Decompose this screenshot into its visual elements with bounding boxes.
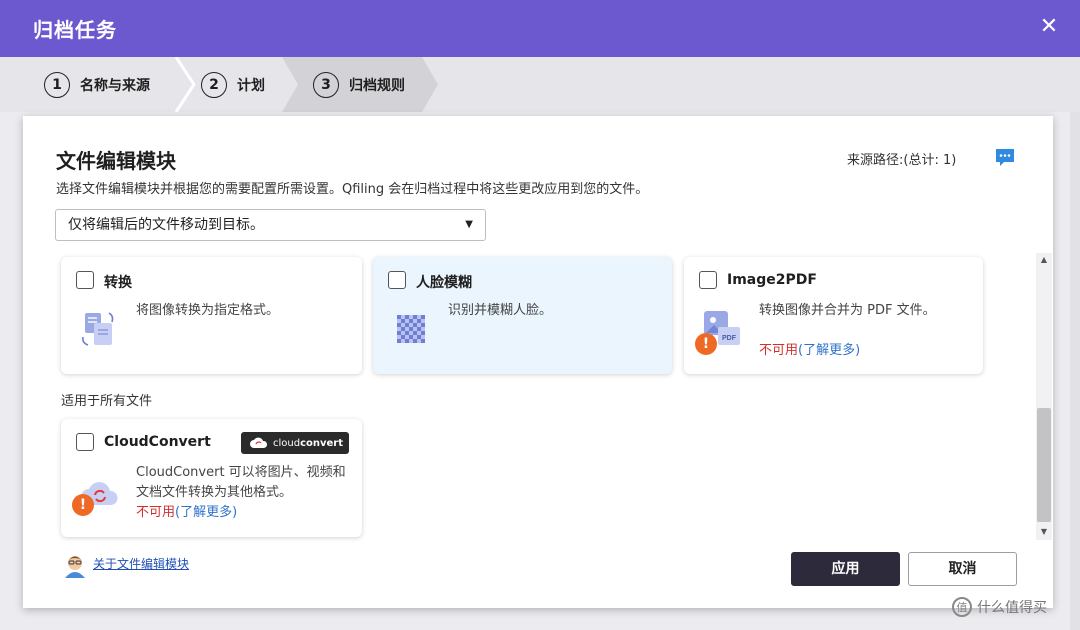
cloudconvert-desc-line1: CloudConvert 可以将图片、视频和: [136, 465, 346, 480]
warning-icon: !: [695, 333, 717, 355]
image2pdf-checkbox[interactable]: [699, 271, 717, 289]
module-description: 将图像转换为指定格式。: [136, 303, 280, 318]
step-label: 计划: [237, 77, 265, 94]
panel-title: 文件编辑模块: [56, 149, 176, 173]
watermark: 值 什么值得买: [952, 597, 1047, 617]
scrollbar-thumb[interactable]: [1037, 408, 1051, 522]
step-label: 归档规则: [349, 77, 405, 94]
watermark-text: 什么值得买: [977, 600, 1047, 616]
cloud-logo-icon: [250, 437, 268, 448]
file-editing-module-panel: 文件编辑模块 选择文件编辑模块并根据您的需要配置所需设置。Qfiling 会在归…: [23, 116, 1053, 608]
module-title: 转换: [104, 275, 132, 291]
module-list-scrollbar[interactable]: ▲ ▼: [1036, 253, 1052, 540]
step-archive-rules[interactable]: 3 归档规则: [313, 57, 405, 112]
watermark-logo: 值: [952, 597, 972, 617]
panel-description: 选择文件编辑模块并根据您的需要配置所需设置。Qfiling 会在归档过程中将这些…: [56, 182, 649, 197]
wizard-steps: 1 名称与来源 2 计划 3 归档规则: [0, 57, 1080, 112]
cancel-button[interactable]: 取消: [908, 552, 1017, 586]
chat-icon[interactable]: [995, 147, 1015, 167]
about-file-editing-link[interactable]: 关于文件编辑模块: [93, 555, 189, 572]
unavailable-label: 不可用: [136, 505, 176, 520]
step-number: 2: [201, 71, 227, 98]
brand-text-a: cloud: [273, 437, 301, 449]
module-description: 识别并模糊人脸。: [448, 303, 553, 318]
module-title: 人脸模糊: [416, 275, 472, 291]
dropdown-arrow-icon: ▼: [465, 219, 473, 230]
step-number: 1: [44, 71, 70, 98]
close-icon[interactable]: ✕: [1036, 14, 1062, 40]
cloudconvert-checkbox[interactable]: [76, 433, 94, 451]
learn-more-link[interactable]: (了解更多): [798, 343, 860, 358]
warning-icon: !: [72, 494, 94, 516]
module-title: Image2PDF: [727, 272, 817, 288]
module-title: CloudConvert: [104, 434, 211, 450]
face-blur-icon: [397, 315, 425, 343]
module-description: 转换图像并合并为 PDF 文件。: [759, 303, 936, 318]
background-edge: [1070, 112, 1080, 630]
unavailable-label: 不可用: [759, 343, 799, 358]
availability-status: 不可用(了解更多): [136, 503, 237, 523]
module-card-convert[interactable]: 转换 将图像转换为指定格式。: [61, 257, 362, 374]
cloudconvert-logo: cloud convert: [241, 432, 349, 454]
step-separator: [174, 57, 196, 112]
brand-text-b: convert: [300, 437, 344, 449]
step-label: 名称与来源: [80, 77, 150, 94]
cloudconvert-desc-line2: 文档文件转换为其他格式。: [136, 485, 293, 500]
dialog-title: 归档任务: [33, 18, 117, 42]
move-option-select[interactable]: 仅将编辑后的文件移动到目标。 ▼: [55, 209, 486, 241]
module-card-face-blur[interactable]: 人脸模糊 识别并模糊人脸。: [373, 257, 672, 374]
module-card-image2pdf[interactable]: Image2PDF PDF ! 转换图像并合并为 PDF 文件。 不可用(了解更…: [684, 257, 983, 374]
convert-checkbox[interactable]: [76, 271, 94, 289]
dialog-titlebar: 归档任务 ✕: [0, 0, 1080, 57]
scroll-up-arrow-icon[interactable]: ▲: [1036, 255, 1052, 265]
select-value: 仅将编辑后的文件移动到目标。: [68, 217, 264, 233]
scroll-down-arrow-icon[interactable]: ▼: [1036, 527, 1052, 537]
svg-text:PDF: PDF: [722, 335, 737, 342]
step-name-source[interactable]: 1 名称与来源: [44, 57, 150, 112]
help-person-icon: [65, 556, 85, 578]
learn-more-link[interactable]: (了解更多): [175, 505, 237, 520]
step-number: 3: [313, 71, 339, 98]
face-blur-checkbox[interactable]: [388, 271, 406, 289]
section-label-all-files: 适用于所有文件: [61, 394, 153, 409]
apply-button[interactable]: 应用: [791, 552, 900, 586]
step-schedule[interactable]: 2 计划: [201, 57, 265, 112]
source-path-label: 来源路径:(总计: 1): [847, 153, 957, 168]
module-card-cloudconvert[interactable]: CloudConvert cloud convert ! CloudConvert…: [61, 419, 362, 537]
availability-status: 不可用(了解更多): [759, 341, 860, 361]
convert-icon: [82, 312, 114, 346]
